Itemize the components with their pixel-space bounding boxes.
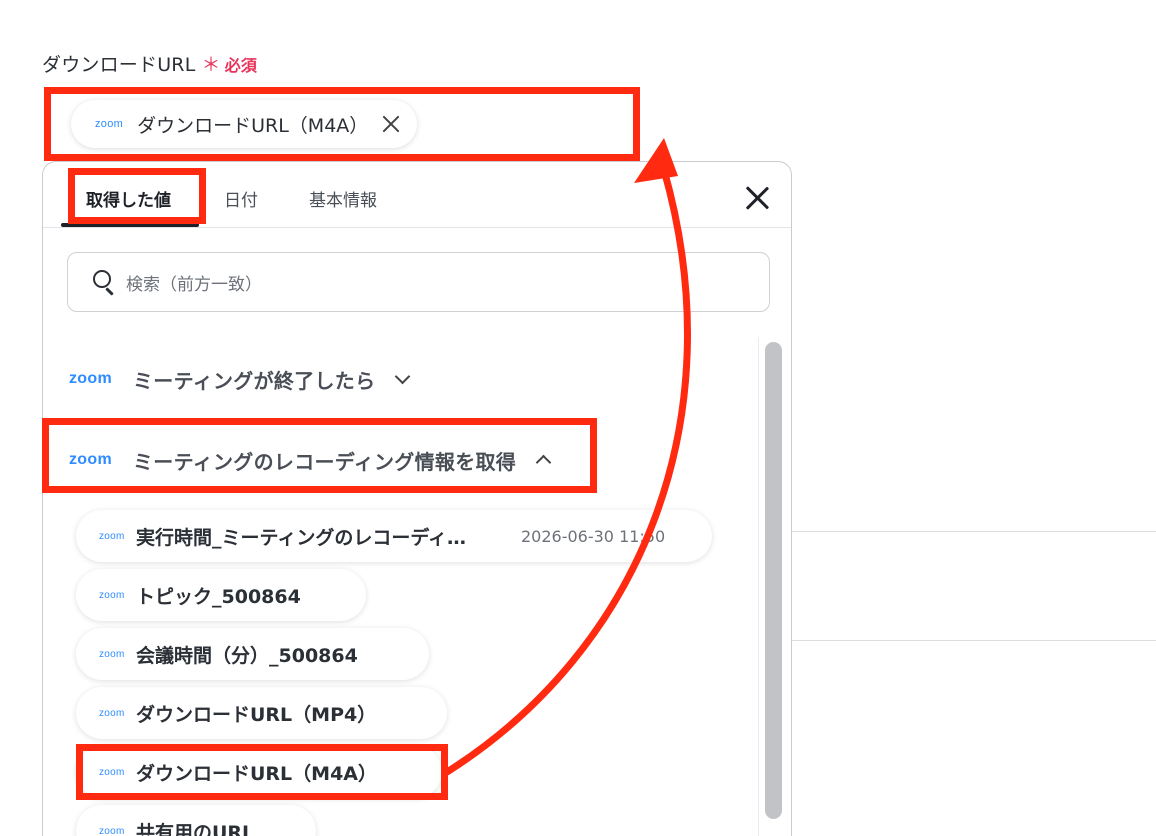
item-label: 共有用のURL bbox=[136, 821, 255, 836]
zoom-logo-icon: zoom bbox=[99, 825, 125, 836]
close-icon[interactable] bbox=[743, 184, 771, 212]
list-item[interactable]: zoom 会議時間（分）_500864 bbox=[76, 628, 429, 680]
selected-value-chip[interactable]: zoom ダウンロードURL（M4A） bbox=[71, 100, 417, 148]
active-tab-indicator bbox=[61, 223, 199, 227]
search-placeholder: 検索（前方一致） bbox=[126, 274, 262, 295]
zoom-logo-icon: zoom bbox=[69, 370, 112, 387]
chevron-down-icon[interactable] bbox=[393, 369, 413, 389]
zoom-logo-icon: zoom bbox=[99, 707, 125, 719]
zoom-logo-icon: zoom bbox=[99, 766, 125, 778]
scrollbar-thumb[interactable] bbox=[765, 342, 782, 819]
item-label: トピック_500864 bbox=[136, 585, 301, 608]
field-label: ダウンロードURL ＊必須 bbox=[42, 50, 257, 77]
zoom-logo-icon: zoom bbox=[95, 118, 124, 130]
value-picker-panel: 取得した値 日付 基本情報 検索（前方一致） zoom ミーティングが終了したら… bbox=[42, 161, 792, 836]
tab-bar: 取得した値 日付 基本情報 bbox=[43, 162, 791, 228]
zoom-logo-icon: zoom bbox=[99, 589, 125, 601]
close-icon[interactable] bbox=[380, 113, 402, 135]
tab-date[interactable]: 日付 bbox=[224, 186, 258, 211]
search-icon bbox=[92, 269, 118, 296]
list-item[interactable]: zoom トピック_500864 bbox=[76, 569, 366, 621]
list-item[interactable]: zoom ダウンロードURL（M4A） bbox=[76, 746, 442, 798]
group-title: ミーティングのレコーディング情報を取得 bbox=[133, 449, 517, 474]
background-divider bbox=[792, 640, 1156, 641]
group-recording-info[interactable]: zoom ミーティングのレコーディング情報を取得 bbox=[69, 440, 554, 480]
group-title: ミーティングが終了したら bbox=[133, 368, 376, 393]
item-label: ダウンロードURL（MP4） bbox=[136, 703, 377, 726]
tab-basic-info[interactable]: 基本情報 bbox=[309, 186, 377, 211]
search-input[interactable]: 検索（前方一致） bbox=[67, 252, 770, 312]
item-label: 会議時間（分）_500864 bbox=[136, 644, 358, 667]
selected-value-text: ダウンロードURL（M4A） bbox=[137, 114, 369, 137]
list-item[interactable]: zoom 実行時間_ミーティングのレコーディ… 2026-06-30 11:50 bbox=[76, 510, 712, 562]
field-label-text: ダウンロードURL bbox=[42, 54, 196, 76]
background-divider bbox=[792, 531, 1156, 532]
list-item[interactable]: zoom 共有用のURL bbox=[76, 805, 316, 836]
item-value: 2026-06-30 11:50 bbox=[521, 526, 666, 546]
item-label: ダウンロードURL（M4A） bbox=[136, 762, 377, 785]
tab-acquired-values[interactable]: 取得した値 bbox=[86, 186, 171, 211]
zoom-logo-icon: zoom bbox=[69, 451, 112, 468]
group-meeting-ended[interactable]: zoom ミーティングが終了したら bbox=[69, 359, 413, 399]
zoom-logo-icon: zoom bbox=[99, 530, 125, 542]
required-text: 必須 bbox=[224, 56, 258, 75]
required-asterisk: ＊ bbox=[201, 54, 221, 76]
zoom-logo-icon: zoom bbox=[99, 648, 125, 660]
item-label: 実行時間_ミーティングのレコーディ… bbox=[136, 526, 467, 549]
list-item[interactable]: zoom ダウンロードURL（MP4） bbox=[76, 687, 447, 739]
chevron-up-icon[interactable] bbox=[534, 450, 554, 470]
